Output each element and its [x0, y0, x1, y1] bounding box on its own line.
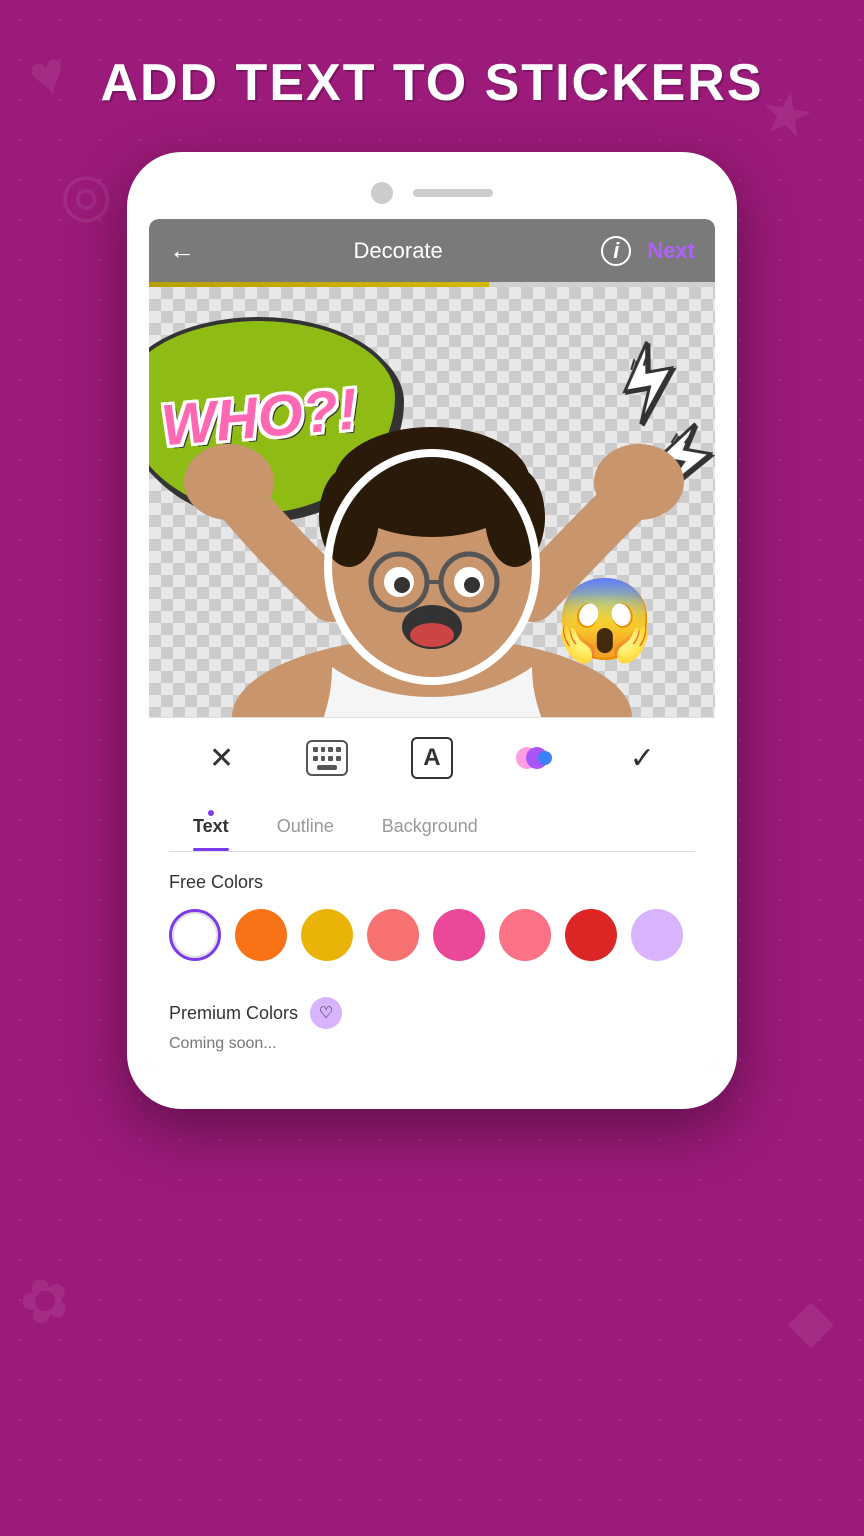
phone-notch [149, 182, 715, 204]
swatch-rose[interactable] [499, 909, 551, 961]
header: ADD TEXT TO STICKERS [0, 0, 864, 142]
next-button[interactable]: Next [647, 238, 695, 264]
swatch-red[interactable] [565, 909, 617, 961]
tab-row: Text Outline Background [169, 798, 695, 852]
swatch-white[interactable] [169, 909, 221, 961]
tab-outline[interactable]: Outline [253, 798, 358, 851]
bg-deco-diamond: ◆ [788, 1286, 834, 1356]
nav-right: i Next [601, 236, 695, 266]
swatch-salmon[interactable] [367, 909, 419, 961]
phone-speaker [413, 189, 493, 197]
premium-badge[interactable]: ♡ [310, 997, 342, 1029]
free-colors-label: Free Colors [169, 872, 695, 893]
premium-colors-section: Premium Colors ♡ Coming soon... [149, 981, 715, 1069]
phone-mockup: ← Decorate i Next WHO?! [0, 152, 864, 1109]
nav-title: Decorate [354, 238, 443, 264]
bg-deco-flower: ✿ [10, 1260, 81, 1343]
emoji-sticker[interactable]: 😱 [555, 573, 655, 667]
swatch-yellow[interactable] [301, 909, 353, 961]
nav-bar: ← Decorate i Next [149, 219, 715, 282]
confirm-button[interactable]: ✓ [620, 736, 664, 780]
phone-body: ← Decorate i Next WHO?! [127, 152, 737, 1109]
app-screen: ← Decorate i Next WHO?! [149, 219, 715, 1069]
color-bubble-icon [516, 743, 558, 773]
tab-text[interactable]: Text [169, 798, 253, 851]
swatch-pink[interactable] [433, 909, 485, 961]
info-button[interactable]: i [601, 236, 631, 266]
back-button[interactable]: ← [169, 235, 195, 266]
font-button[interactable]: A [410, 736, 454, 780]
premium-label: Premium Colors [169, 1003, 298, 1024]
color-swatches [169, 909, 695, 961]
keyboard-icon [306, 740, 348, 776]
tab-background[interactable]: Background [358, 798, 502, 851]
swatch-orange[interactable] [235, 909, 287, 961]
toolbar: ✕ A [149, 717, 715, 798]
free-colors-section: Free Colors [149, 852, 715, 981]
page-title: ADD TEXT TO STICKERS [30, 55, 834, 112]
tabs-section: Text Outline Background [149, 798, 715, 852]
swatch-lavender[interactable] [631, 909, 683, 961]
tab-active-dot [208, 810, 214, 816]
color-dot-blue [538, 751, 552, 765]
phone-camera [371, 182, 393, 204]
color-picker-button[interactable] [515, 736, 559, 780]
canvas-area[interactable]: WHO?! [149, 287, 715, 717]
keyboard-button[interactable] [305, 736, 349, 780]
coming-soon-text: Coming soon... [169, 1035, 695, 1053]
font-icon: A [411, 737, 453, 779]
close-button[interactable]: ✕ [200, 736, 244, 780]
premium-header: Premium Colors ♡ [169, 997, 695, 1029]
